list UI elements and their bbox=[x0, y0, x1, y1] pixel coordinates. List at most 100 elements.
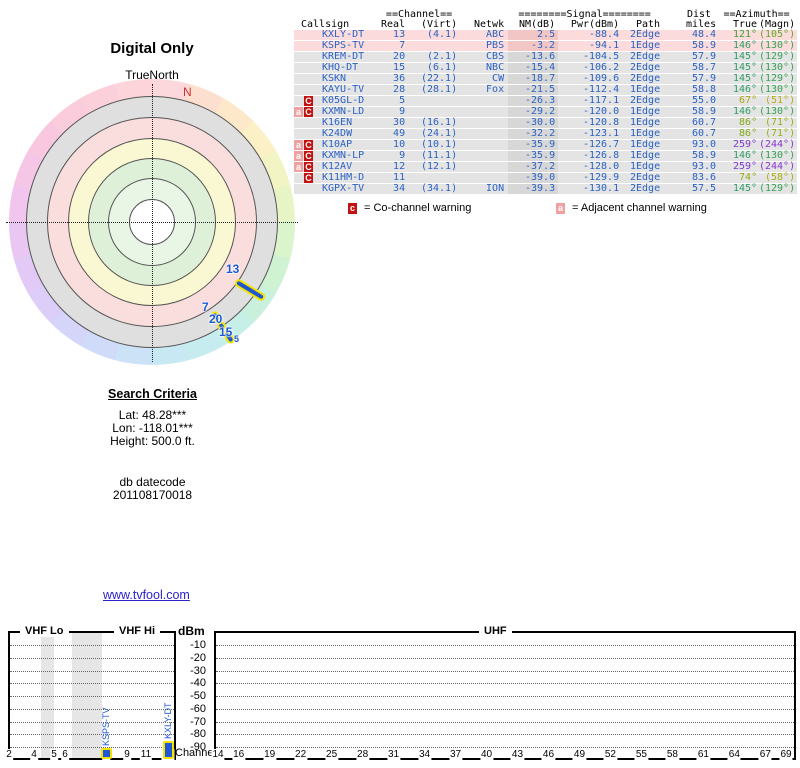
path-cell: 2Edge bbox=[629, 51, 661, 62]
warn-adjacent-cell bbox=[294, 30, 304, 41]
search-criteria-panel: Search Criteria Lat: 48.28*** Lon: -118.… bbox=[65, 388, 240, 502]
path-cell: 2Edge bbox=[629, 172, 661, 183]
x-tick-label: 22 bbox=[294, 749, 308, 760]
virtual-channel-cell: (6.1) bbox=[426, 62, 458, 73]
path-cell: 1Edge bbox=[629, 150, 661, 161]
azimuth-magn-cell: (51°) bbox=[764, 95, 796, 106]
table-row: a C K12AV 12 (12.1) -37.2 -128.0 1Edge 93.0 259°(… bbox=[294, 161, 798, 173]
gridline bbox=[10, 657, 174, 659]
table-row: KHQ-DT 15 (6.1) NBC -15.4 -106.2 2Edge 58.7 145°… bbox=[294, 62, 798, 74]
real-channel-cell: 34 bbox=[393, 183, 406, 194]
distance-cell: 57.5 bbox=[692, 183, 717, 194]
adjacent-legend: a = Adjacent channel warning bbox=[556, 202, 707, 214]
cochannel-warning-icon: C bbox=[304, 151, 313, 161]
warn-adjacent-cell bbox=[294, 52, 304, 63]
real-channel-cell: 11 bbox=[393, 172, 406, 183]
power-cell: -88.4 bbox=[588, 29, 620, 40]
real-channel-cell: 12 bbox=[393, 161, 406, 172]
azimuth-magn-cell: (58°) bbox=[764, 172, 796, 183]
table-row: K16EN 30 (16.1) -30.0 -120.8 1Edge 60.7 86° (71°… bbox=[294, 117, 798, 129]
tvfool-link[interactable]: www.tvfool.com bbox=[103, 588, 190, 602]
power-cell: -129.9 bbox=[582, 172, 620, 183]
distance-cell: 83.6 bbox=[692, 172, 717, 183]
cochannel-warning-icon: C bbox=[304, 140, 313, 150]
magnetic-north-label: N bbox=[183, 85, 192, 99]
real-channel-cell: 9 bbox=[399, 106, 406, 117]
virtual-channel-cell: (2.1) bbox=[426, 51, 458, 62]
y-tick-label: -10 bbox=[190, 639, 206, 651]
warn-cochannel-cell bbox=[304, 184, 315, 195]
table-row: KREM-DT 20 (2.1) CBS -13.6 -104.5 2Edge 57.9 145… bbox=[294, 51, 798, 63]
real-channel-cell: 15 bbox=[393, 62, 406, 73]
azimuth-magn-cell: (244°) bbox=[758, 161, 796, 172]
cochannel-warning-icon: c bbox=[348, 202, 357, 214]
radar-crosshair-vertical bbox=[152, 84, 153, 362]
warn-adjacent-cell: a bbox=[294, 151, 304, 162]
virtual-channel-cell: (16.1) bbox=[420, 117, 458, 128]
callsign-cell: KSPS-TV bbox=[322, 40, 365, 51]
power-cell: -94.1 bbox=[588, 40, 620, 51]
warn-adjacent-cell: a bbox=[294, 140, 304, 151]
azimuth-magn-cell: (130°) bbox=[758, 150, 796, 161]
warn-adjacent-cell bbox=[294, 173, 304, 184]
azimuth-true-cell: 145° bbox=[733, 73, 758, 84]
real-channel-cell: 28 bbox=[393, 84, 406, 95]
x-tick-label: 16 bbox=[232, 749, 246, 760]
callsign-cell: KGPX-TV bbox=[322, 183, 365, 194]
tvfool-report-page: Digital Only TrueNorth N 13 7 20 15 5 ==… bbox=[0, 0, 800, 768]
virtual-channel-cell bbox=[405, 173, 457, 184]
power-cell: -120.0 bbox=[582, 106, 620, 117]
nm-cell: -37.2 bbox=[508, 161, 559, 173]
x-tick-label: 11 bbox=[139, 749, 153, 760]
power-cell: -126.7 bbox=[582, 139, 620, 150]
warn-cochannel-cell: C bbox=[304, 96, 315, 107]
path-cell: 1Edge bbox=[629, 117, 661, 128]
x-tick-label: 58 bbox=[665, 749, 679, 760]
path-cell: 1Edge bbox=[629, 161, 661, 172]
cochannel-warning-icon: C bbox=[304, 107, 313, 117]
adjacent-warning-icon: a bbox=[294, 107, 303, 117]
warn-cochannel-cell bbox=[304, 63, 315, 74]
table-row: a C K10AP 10 (10.1) -35.9 -126.7 1Edge 93.0 259°(… bbox=[294, 139, 798, 151]
power-cell: -130.1 bbox=[582, 183, 620, 194]
nm-cell: -13.6 bbox=[508, 51, 559, 63]
adjacent-warning-icon: a bbox=[294, 140, 303, 150]
gridline bbox=[216, 708, 794, 710]
gridline bbox=[10, 696, 174, 697]
gridline bbox=[10, 670, 174, 672]
signal-table: ==Channel== ========Signal======== Dist … bbox=[294, 10, 798, 195]
y-tick-label: -60 bbox=[190, 702, 206, 715]
y-tick-label: -80 bbox=[190, 728, 206, 741]
azimuth-true-cell: 86° bbox=[739, 117, 758, 128]
path-cell: 2Edge bbox=[629, 183, 661, 194]
gridline bbox=[10, 721, 174, 723]
callsign-cell: KXLY-DT bbox=[322, 29, 365, 40]
height-value: Height: 500.0 ft. bbox=[110, 434, 195, 448]
power-cell: -123.1 bbox=[582, 128, 620, 139]
table-row: KSPS-TV 7 PBS -3.2 -94.1 1Edge 58.9 146° (130°) bbox=[294, 40, 798, 52]
x-axis-label: Channel bbox=[175, 747, 216, 759]
x-tick-label: 31 bbox=[387, 749, 401, 760]
radar-channel-label-15: 15 bbox=[219, 325, 233, 339]
nm-cell: 2.5 bbox=[508, 30, 559, 41]
radar-channel-label-7: 7 bbox=[202, 300, 209, 314]
callsign-cell: K10AP bbox=[322, 139, 353, 150]
warn-cochannel-cell: C bbox=[304, 140, 315, 151]
gridline bbox=[216, 734, 794, 736]
x-tick-label: 61 bbox=[696, 749, 710, 760]
distance-cell: 58.9 bbox=[692, 150, 717, 161]
warn-adjacent-cell: a bbox=[294, 162, 304, 173]
azimuth-magn-cell: (244°) bbox=[758, 139, 796, 150]
y-tick-label: -20 bbox=[190, 651, 206, 664]
azimuth-magn-cell: (130°) bbox=[758, 62, 796, 73]
callsign-cell: KHQ-DT bbox=[322, 62, 359, 73]
network-cell bbox=[457, 173, 508, 184]
path-cell: 1Edge bbox=[629, 40, 661, 51]
real-channel-cell: 20 bbox=[393, 51, 406, 62]
distance-cell: 60.7 bbox=[692, 128, 717, 139]
radar-channel-label-5: 5 bbox=[234, 334, 240, 344]
azimuth-true-cell: 145° bbox=[733, 62, 758, 73]
virtual-channel-cell bbox=[405, 96, 457, 107]
radar-channel-label-20: 20 bbox=[209, 312, 223, 326]
signal-table-body: KXLY-DT 13 (4.1) ABC 2.5 -88.4 2Edge 48.4 121° (1… bbox=[294, 29, 798, 195]
